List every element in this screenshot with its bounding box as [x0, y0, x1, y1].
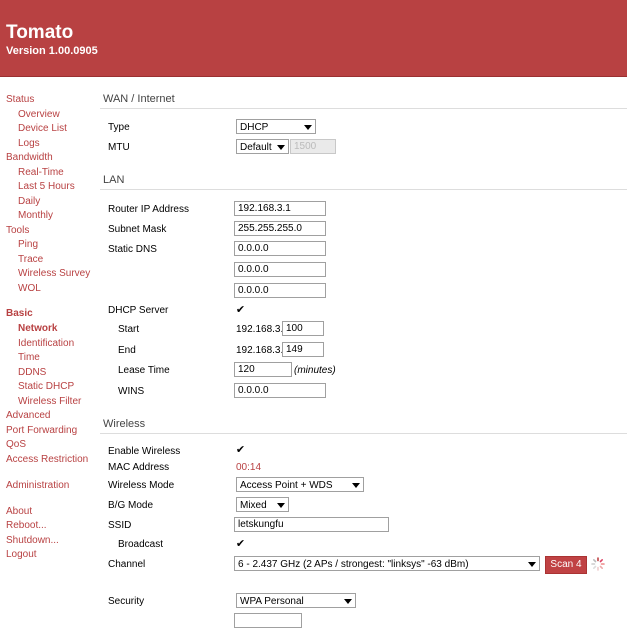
type-label: Type: [108, 122, 130, 133]
nav-qos[interactable]: QoS: [6, 439, 26, 450]
nav-tools[interactable]: Tools: [6, 225, 29, 236]
next-field-partial[interactable]: [234, 613, 302, 628]
broadcast-label: Broadcast: [118, 539, 164, 550]
wireless-divider: [100, 433, 627, 434]
lease-unit: (minutes): [294, 365, 336, 376]
chevron-down-icon: [344, 599, 352, 604]
ssid-label: SSID: [108, 520, 132, 531]
enable-wireless-label: Enable Wireless: [108, 446, 181, 457]
app-header: Tomato Version 1.00.0905: [0, 0, 627, 77]
wins-input[interactable]: 0.0.0.0: [234, 383, 326, 398]
dhcp-end-label: End: [118, 345, 136, 356]
nav-ddns[interactable]: DDNS: [18, 367, 46, 378]
wan-divider: [100, 108, 627, 109]
nav-overview[interactable]: Overview: [18, 109, 60, 120]
nav-logout[interactable]: Logout: [6, 549, 37, 560]
lan-divider: [100, 189, 627, 190]
nav-logs[interactable]: Logs: [18, 138, 40, 149]
nav-daily[interactable]: Daily: [18, 196, 40, 207]
subnet-label: Subnet Mask: [108, 224, 167, 235]
nav-basic[interactable]: Basic: [6, 308, 33, 319]
nav-wireless-filter[interactable]: Wireless Filter: [18, 396, 81, 407]
chevron-down-icon: [528, 562, 536, 567]
bg-mode-select[interactable]: Mixed: [236, 497, 289, 512]
nav-wol[interactable]: WOL: [18, 283, 41, 294]
dns2-input[interactable]: 0.0.0.0: [234, 262, 326, 277]
nav-reboot[interactable]: Reboot...: [6, 520, 47, 531]
router-ip-input[interactable]: 192.168.3.1: [234, 201, 326, 216]
security-value: WPA Personal: [240, 596, 304, 607]
dhcp-end-input[interactable]: 149: [282, 342, 324, 357]
app-version: Version 1.00.0905: [6, 45, 98, 57]
nav-identification[interactable]: Identification: [18, 338, 74, 349]
static-dns-label: Static DNS: [108, 244, 157, 255]
dhcp-server-checkbox[interactable]: ✔: [235, 305, 246, 316]
nav-last-5-hours[interactable]: Last 5 Hours: [18, 181, 75, 192]
chevron-down-icon: [277, 503, 285, 508]
ssid-input[interactable]: letskungfu: [234, 517, 389, 532]
loading-spinner-icon: [591, 557, 605, 571]
wan-section-title: WAN / Internet: [103, 93, 175, 105]
broadcast-checkbox[interactable]: ✔: [235, 539, 246, 550]
chevron-down-icon: [352, 483, 360, 488]
wireless-section-title: Wireless: [103, 418, 146, 430]
type-select[interactable]: DHCP: [236, 119, 316, 134]
mtu-input[interactable]: 1500: [290, 139, 336, 154]
app-title: Tomato: [6, 22, 74, 43]
chevron-down-icon: [304, 125, 312, 130]
scan-button[interactable]: Scan 4: [545, 556, 587, 574]
channel-value: 6 - 2.437 GHz (2 APs / strongest: "links…: [238, 559, 469, 570]
dhcp-end-prefix: 192.168.3.: [236, 345, 284, 356]
nav-ping[interactable]: Ping: [18, 239, 38, 250]
dns1-input[interactable]: 0.0.0.0: [234, 241, 326, 256]
dhcp-start-input[interactable]: 100: [282, 321, 324, 336]
mtu-mode-value: Default: [240, 142, 272, 153]
mtu-label: MTU: [108, 142, 130, 153]
dhcp-start-prefix: 192.168.3.: [236, 324, 284, 335]
channel-select[interactable]: 6 - 2.437 GHz (2 APs / strongest: "links…: [234, 556, 540, 571]
lease-time-label: Lease Time: [118, 365, 170, 376]
wireless-mode-select[interactable]: Access Point + WDS: [236, 477, 364, 492]
dhcp-start-label: Start: [118, 324, 140, 335]
nav-about[interactable]: About: [6, 506, 32, 517]
nav-bandwidth[interactable]: Bandwidth: [6, 152, 53, 163]
nav-access-restriction[interactable]: Access Restriction: [6, 454, 88, 465]
nav-wireless-survey[interactable]: Wireless Survey: [18, 268, 90, 279]
bg-mode-label: B/G Mode: [108, 500, 154, 511]
nav-trace[interactable]: Trace: [18, 254, 43, 265]
subnet-input[interactable]: 255.255.255.0: [234, 221, 326, 236]
nav-static-dhcp[interactable]: Static DHCP: [18, 381, 74, 392]
lease-time-input[interactable]: 120: [234, 362, 292, 377]
dns3-input[interactable]: 0.0.0.0: [234, 283, 326, 298]
nav-administration[interactable]: Administration: [6, 480, 69, 491]
wins-label: WINS: [118, 386, 145, 397]
lan-section-title: LAN: [103, 174, 125, 186]
nav-port-forwarding[interactable]: Port Forwarding: [6, 425, 77, 436]
router-ip-label: Router IP Address: [108, 204, 189, 215]
dhcp-server-label: DHCP Server: [108, 305, 169, 316]
security-select[interactable]: WPA Personal: [236, 593, 356, 608]
nav-device-list[interactable]: Device List: [18, 123, 67, 134]
type-select-value: DHCP: [240, 122, 269, 133]
nav-real-time[interactable]: Real-Time: [18, 167, 64, 178]
nav-advanced[interactable]: Advanced: [6, 410, 50, 421]
nav-network[interactable]: Network: [18, 323, 57, 334]
mac-address-label: MAC Address: [108, 462, 170, 473]
mtu-mode-select[interactable]: Default: [236, 139, 289, 154]
wireless-mode-value: Access Point + WDS: [240, 480, 333, 491]
chevron-down-icon: [277, 145, 285, 150]
nav-monthly[interactable]: Monthly: [18, 210, 53, 221]
security-label: Security: [108, 596, 145, 607]
nav-time[interactable]: Time: [18, 352, 40, 363]
nav-shutdown[interactable]: Shutdown...: [6, 535, 59, 546]
mac-address-value: 00:14: [236, 462, 262, 473]
bg-mode-value: Mixed: [240, 500, 267, 511]
nav-status[interactable]: Status: [6, 94, 34, 105]
wireless-mode-label: Wireless Mode: [108, 480, 175, 491]
channel-label: Channel: [108, 559, 146, 570]
enable-wireless-checkbox[interactable]: ✔: [235, 445, 246, 456]
